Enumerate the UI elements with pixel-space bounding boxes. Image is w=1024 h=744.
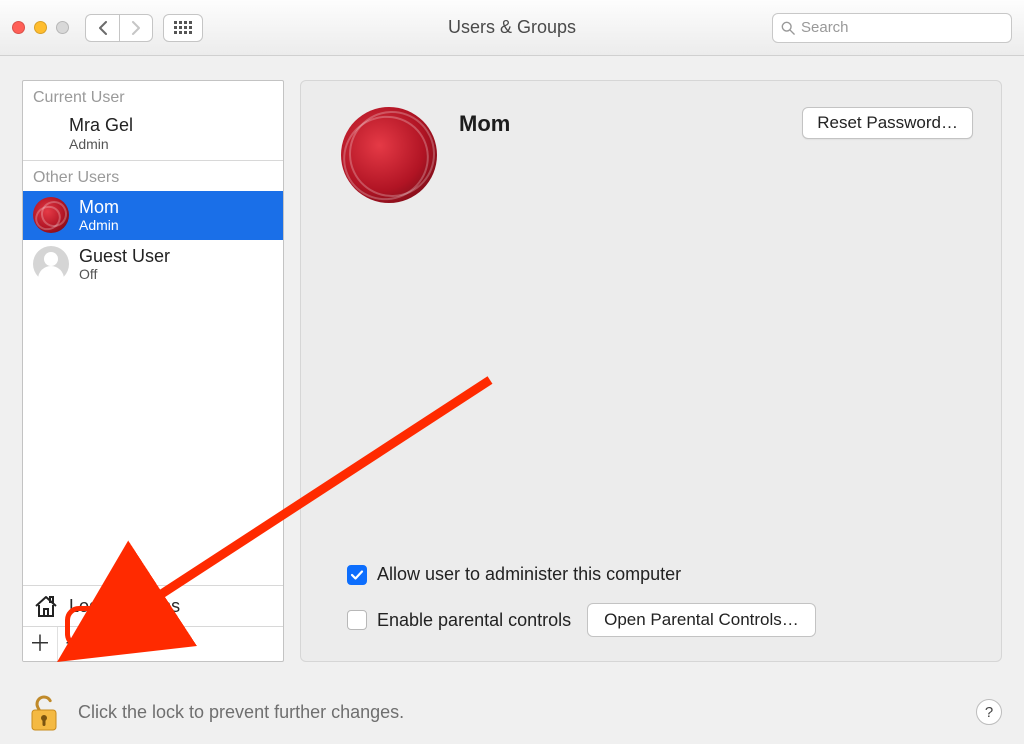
user-role: Admin <box>79 217 119 233</box>
sidebar-spacer <box>23 288 283 585</box>
content: Current User Mra Gel Admin Other Users M… <box>0 56 1024 680</box>
user-name: Guest User <box>79 246 170 267</box>
maximize-window-button[interactable] <box>56 21 69 34</box>
minimize-window-button[interactable] <box>34 21 47 34</box>
current-user-role: Admin <box>69 136 133 152</box>
current-user-name: Mra Gel <box>69 115 133 136</box>
sidebar: Current User Mra Gel Admin Other Users M… <box>22 80 284 662</box>
parental-checkbox[interactable] <box>347 610 367 630</box>
lock-button[interactable] <box>22 690 66 734</box>
reset-password-button[interactable]: Reset Password… <box>802 107 973 139</box>
user-avatar[interactable] <box>341 107 437 203</box>
close-window-button[interactable] <box>12 21 25 34</box>
lock-hint-text: Click the lock to prevent further change… <box>78 702 404 723</box>
nav-group <box>85 14 153 42</box>
open-parental-controls-button[interactable]: Open Parental Controls… <box>587 603 816 637</box>
other-users-label: Other Users <box>23 161 283 191</box>
help-icon: ? <box>985 704 993 721</box>
search-placeholder: Search <box>801 19 849 36</box>
annotation-highlight <box>65 606 107 648</box>
search-field[interactable]: Search <box>772 13 1012 43</box>
unlocked-lock-icon <box>26 692 62 732</box>
admin-checkbox-label: Allow user to administer this computer <box>377 564 681 585</box>
user-name: Mom <box>79 197 119 218</box>
parental-checkbox-label: Enable parental controls <box>377 610 571 631</box>
titlebar: Users & Groups Search <box>0 0 1024 56</box>
guest-avatar-icon <box>33 246 69 282</box>
sidebar-item-guest[interactable]: Guest User Off <box>23 240 283 289</box>
login-options-row[interactable]: Login Options <box>23 585 283 626</box>
parental-checkbox-row[interactable]: Enable parental controls <box>347 610 571 631</box>
detail-options: Allow user to administer this computer E… <box>341 564 973 637</box>
user-display-name: Mom <box>459 111 510 137</box>
plus-icon: ＋ <box>29 633 51 655</box>
sidebar-item-mom[interactable]: Mom Admin <box>23 191 283 240</box>
check-icon <box>350 568 364 582</box>
show-all-button[interactable] <box>163 14 203 42</box>
forward-button[interactable] <box>119 14 153 42</box>
window-controls <box>12 21 69 34</box>
sidebar-footer: ＋ － <box>23 626 283 661</box>
detail-panel: Mom Reset Password… Allow user to admini… <box>300 80 1002 662</box>
rose-avatar-icon <box>33 197 69 233</box>
house-icon <box>33 594 59 618</box>
help-button[interactable]: ? <box>976 699 1002 725</box>
grid-icon <box>174 21 192 34</box>
admin-checkbox-row[interactable]: Allow user to administer this computer <box>347 564 973 585</box>
user-role: Off <box>79 266 170 282</box>
add-user-button[interactable]: ＋ <box>23 627 57 661</box>
detail-header: Mom Reset Password… <box>341 107 973 203</box>
current-user-label: Current User <box>23 81 283 111</box>
lockbar: Click the lock to prevent further change… <box>0 680 1024 744</box>
admin-checkbox[interactable] <box>347 565 367 585</box>
current-user-row[interactable]: Mra Gel Admin <box>23 111 283 160</box>
back-button[interactable] <box>85 14 119 42</box>
search-icon <box>781 21 795 35</box>
parental-row: Enable parental controls Open Parental C… <box>347 603 973 637</box>
